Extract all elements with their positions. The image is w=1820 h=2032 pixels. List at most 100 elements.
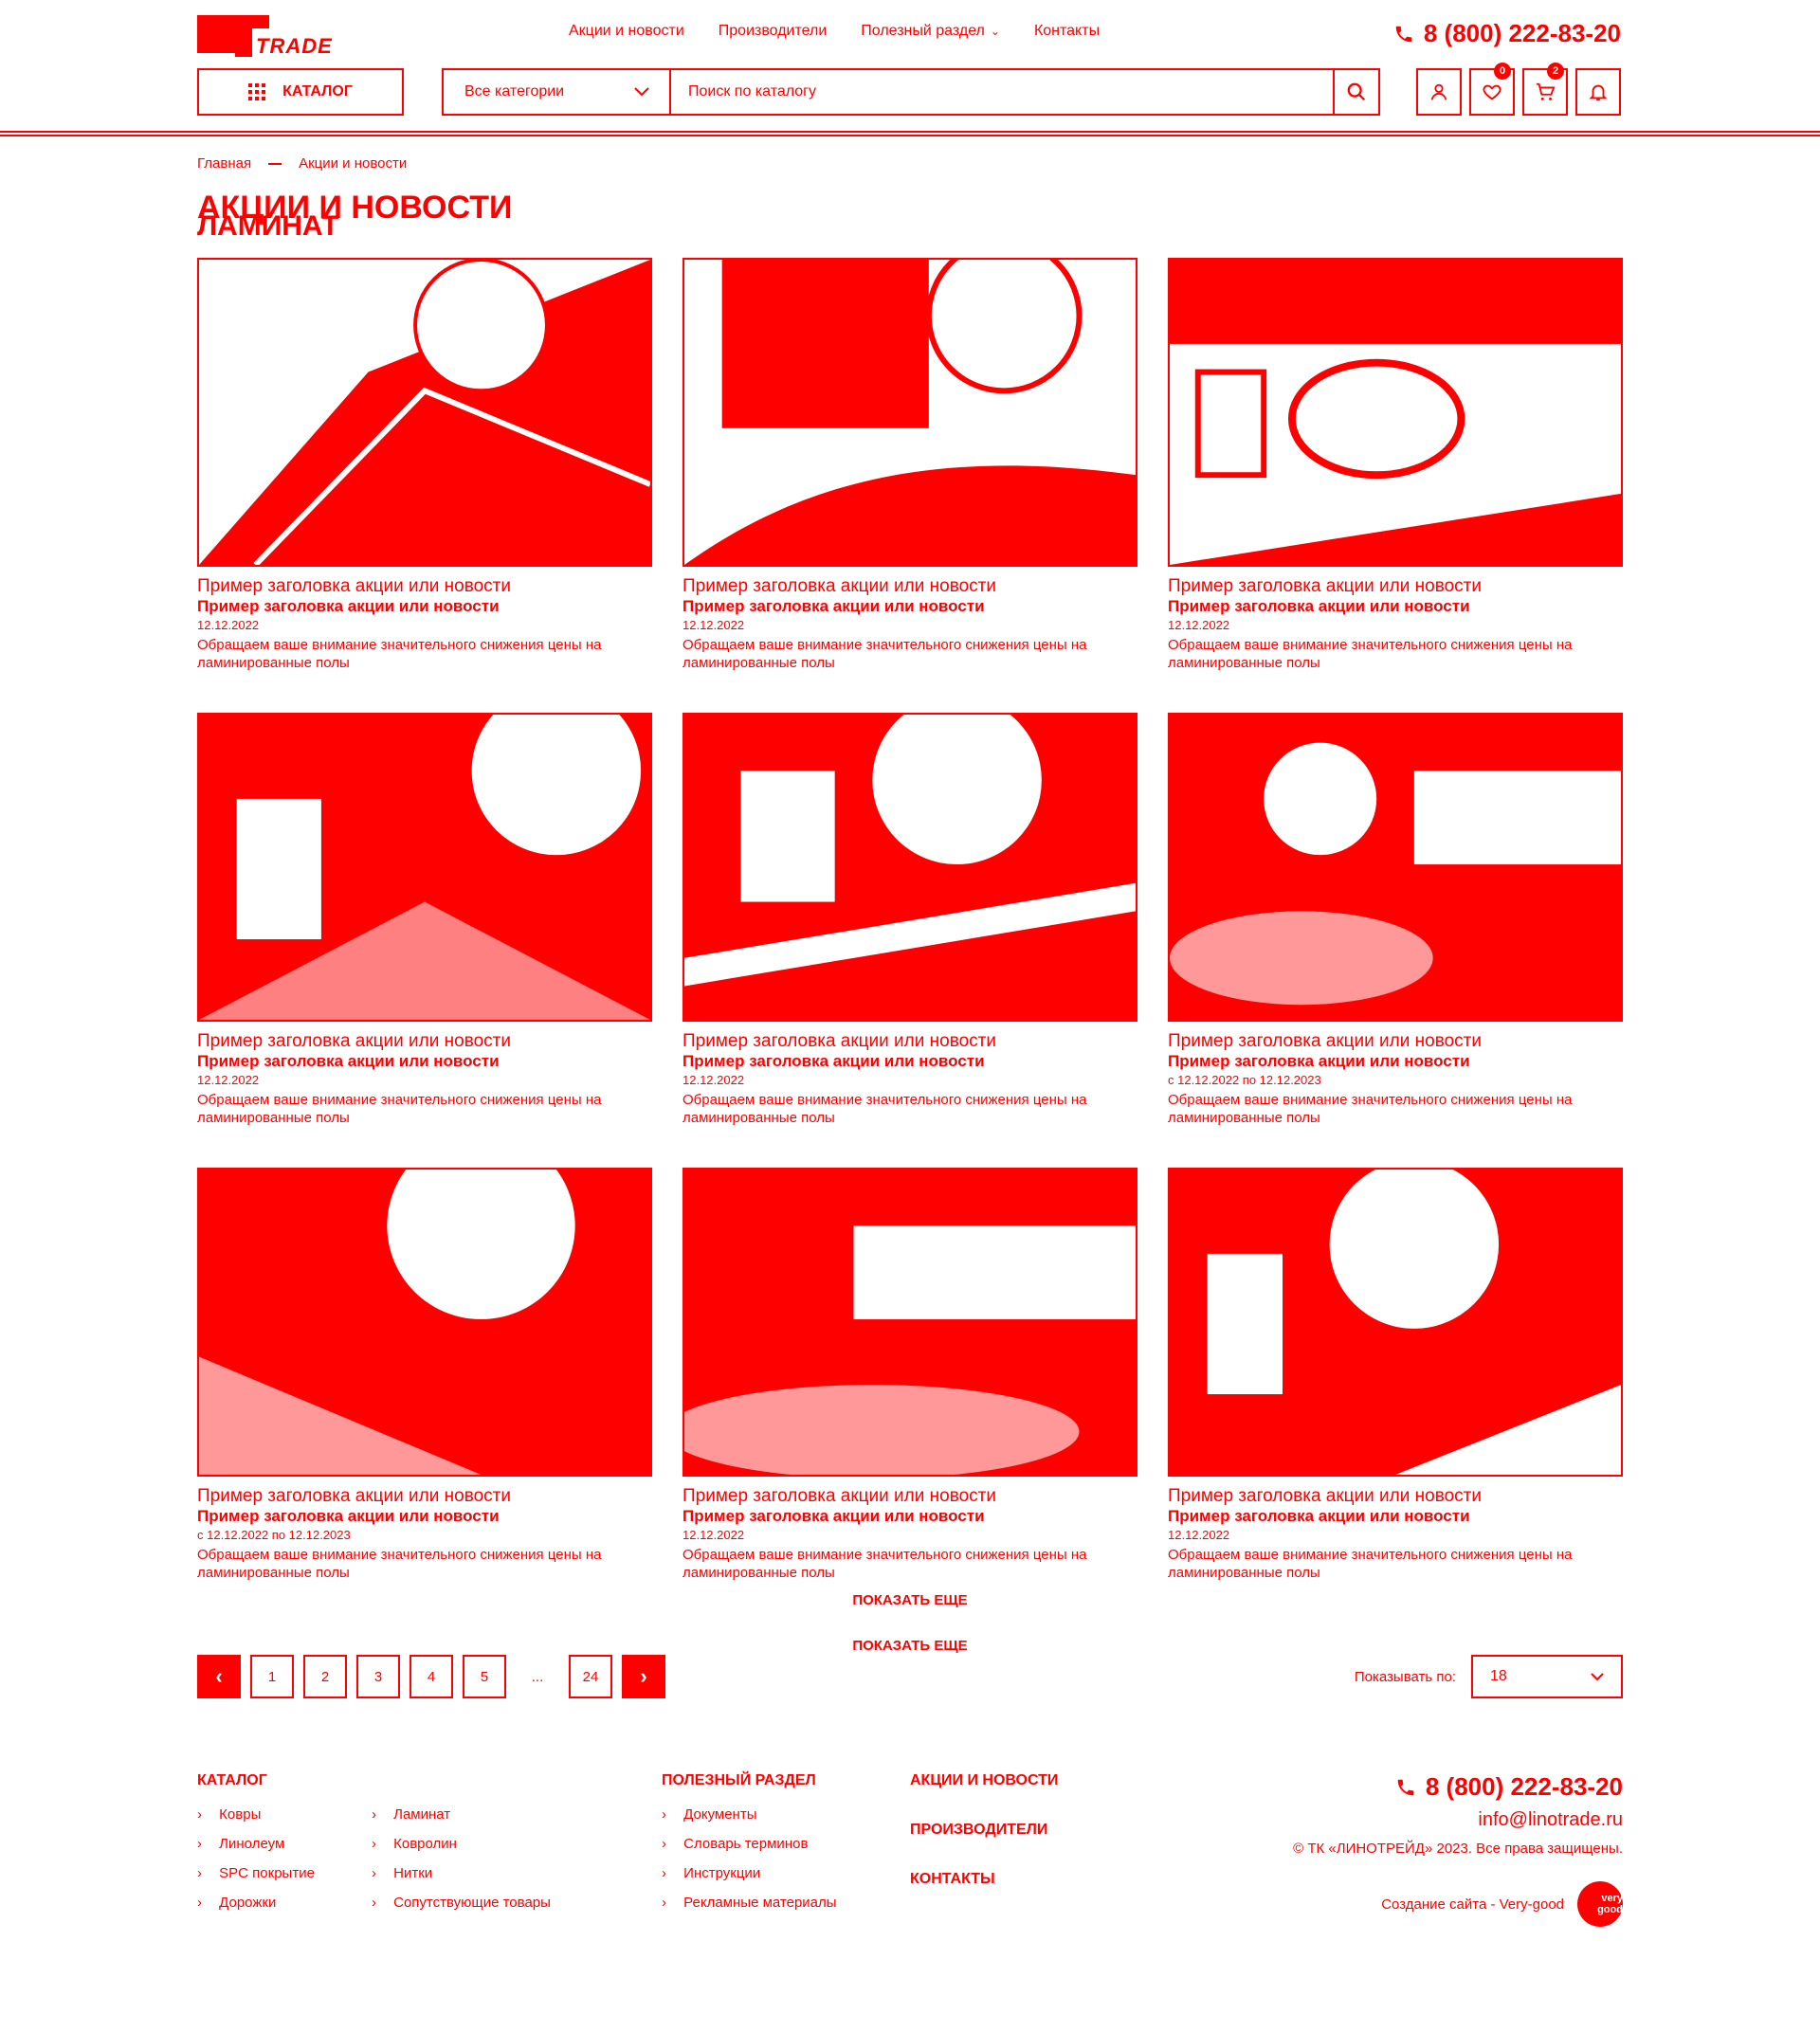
news-card-image[interactable]	[197, 713, 652, 1022]
news-card[interactable]: Пример заголовка акции или новости Пример…	[1168, 713, 1623, 1168]
news-card[interactable]: Пример заголовка акции или новости Пример…	[197, 713, 652, 1168]
show-more-button[interactable]: Показать еще	[0, 1592, 1820, 1608]
page-link[interactable]: 4	[410, 1655, 453, 1698]
nav-item-useful[interactable]: Полезный раздел ⌄	[861, 23, 1000, 40]
cart-button[interactable]: 2	[1522, 63, 1568, 116]
account-button[interactable]	[1416, 68, 1462, 116]
news-card-image[interactable]	[682, 258, 1138, 567]
news-card[interactable]: Пример заголовка акции или новости Пример…	[682, 258, 1138, 713]
news-card-date: 12.12.2022	[1168, 618, 1230, 632]
footer-link[interactable]: Ламинат	[372, 1806, 551, 1823]
news-card[interactable]: Пример заголовка акции или новости Пример…	[197, 1168, 652, 1623]
top-nav: Акции и новости Производители Полезный р…	[569, 23, 1100, 40]
news-card-title[interactable]: Пример заголовка акции или новости	[682, 1031, 1138, 1052]
breadcrumb-home[interactable]: Главная	[197, 155, 251, 172]
favorites-count-badge: 0	[1494, 63, 1511, 80]
page-ellipsis: ...	[531, 1668, 544, 1685]
news-card-image[interactable]	[1168, 258, 1623, 567]
footer-link-manufacturers[interactable]: Производители	[910, 1822, 1058, 1839]
news-card-title-alt: Пример заголовка акции или новости	[197, 1507, 500, 1525]
news-card-title-alt: Пример заголовка акции или новости	[682, 1507, 985, 1525]
news-card-photo	[1170, 715, 1621, 1020]
news-card-image[interactable]	[197, 1168, 652, 1477]
news-card-title-alt: Пример заголовка акции или новости	[197, 1052, 500, 1070]
notifications-button[interactable]	[1575, 68, 1621, 116]
page-link[interactable]: 2	[303, 1655, 347, 1698]
page-link[interactable]: 24	[569, 1655, 612, 1698]
footer-link[interactable]: Ковролин	[372, 1836, 551, 1852]
news-card-title[interactable]: Пример заголовка акции или новости	[1168, 1031, 1623, 1052]
footer-phone[interactable]: 8 (800) 222-83-20	[1293, 1772, 1623, 1802]
news-card-image[interactable]	[1168, 1168, 1623, 1477]
news-card-description: Обращаем ваше внимание значительного сни…	[1168, 1547, 1573, 1581]
news-card[interactable]: Пример заголовка акции или новости Пример…	[682, 1168, 1138, 1623]
footer-link[interactable]: SPC покрытие	[197, 1865, 315, 1881]
per-page-label: Показывать по:	[1354, 1668, 1456, 1685]
news-card-date: 12.12.2022	[682, 1073, 745, 1087]
news-card[interactable]: Пример заголовка акции или новости Пример…	[1168, 1168, 1623, 1623]
news-card-title-alt: Пример заголовка акции или новости	[1168, 1507, 1470, 1525]
news-card-title[interactable]: Пример заголовка акции или новости	[197, 576, 652, 597]
show-more-button-secondary[interactable]: Показать еще	[0, 1638, 1820, 1654]
news-card[interactable]: Пример заголовка акции или новости Пример…	[682, 713, 1138, 1168]
news-card-date: 12.12.2022	[1168, 1528, 1230, 1542]
prev-page-button[interactable]: ‹	[197, 1655, 241, 1698]
page-link[interactable]: 3	[356, 1655, 400, 1698]
news-card-image[interactable]	[1168, 713, 1623, 1022]
breadcrumb-current: Акции и новости	[299, 155, 408, 172]
news-card-title[interactable]: Пример заголовка акции или новости	[682, 576, 1138, 597]
developer-logo: very good	[1577, 1881, 1623, 1927]
search-bar: Все категории Поиск по каталогу	[442, 68, 1380, 116]
footer-link[interactable]: Ковры	[197, 1806, 315, 1823]
footer-useful-list: Документы Словарь терминов Инструкции Ре…	[662, 1806, 837, 1911]
logo-text: TRADE	[256, 34, 333, 58]
news-card-title[interactable]: Пример заголовка акции или новости	[197, 1486, 652, 1507]
footer-link[interactable]: Линолеум	[197, 1836, 315, 1852]
header-phone[interactable]: 8 (800) 222-83-20	[1393, 19, 1621, 48]
news-card-image[interactable]	[682, 1168, 1138, 1477]
catalog-button[interactable]: Каталог	[197, 68, 404, 116]
news-card-title[interactable]: Пример заголовка акции или новости	[682, 1486, 1138, 1507]
news-card-photo	[684, 715, 1136, 1020]
news-card[interactable]: Пример заголовка акции или новости Пример…	[1168, 258, 1623, 713]
news-card-description: Обращаем ваше внимание значительного сни…	[1168, 637, 1573, 671]
news-card-image[interactable]	[682, 713, 1138, 1022]
per-page-value: 18	[1490, 1668, 1507, 1684]
footer-email[interactable]: info@linotrade.ru	[1293, 1809, 1623, 1831]
per-page-select[interactable]: 18	[1471, 1655, 1623, 1698]
news-card-photo	[684, 1170, 1136, 1475]
news-card-image[interactable]	[197, 258, 652, 567]
page-link[interactable]: 5	[463, 1655, 506, 1698]
news-card-title[interactable]: Пример заголовка акции или новости	[1168, 576, 1623, 597]
logo[interactable]: TRADE	[197, 15, 332, 58]
nav-item-news[interactable]: Акции и новости	[569, 23, 684, 40]
favorites-button[interactable]: 0	[1469, 63, 1515, 116]
footer-link[interactable]: Словарь терминов	[662, 1836, 837, 1852]
chevron-down-icon	[634, 87, 649, 97]
footer-developer[interactable]: Создание сайта - Very-good very good	[1293, 1881, 1623, 1927]
news-card-title[interactable]: Пример заголовка акции или новости	[1168, 1486, 1623, 1507]
nav-item-manufacturers[interactable]: Производители	[719, 23, 828, 40]
nav-item-contacts[interactable]: Контакты	[1034, 23, 1100, 40]
chevron-down-icon: ⌄	[990, 25, 1000, 38]
news-card-title[interactable]: Пример заголовка акции или новости	[197, 1031, 652, 1052]
news-card[interactable]: Пример заголовка акции или новости Пример…	[197, 258, 652, 713]
grid-icon	[248, 83, 266, 100]
footer-link[interactable]: Документы	[662, 1806, 837, 1823]
footer-link-contacts[interactable]: Контакты	[910, 1871, 1058, 1888]
phone-icon	[1395, 26, 1412, 42]
footer-link[interactable]: Сопутствующие товары	[372, 1895, 551, 1911]
footer-link-news[interactable]: Акции и новости	[910, 1772, 1058, 1789]
footer-link[interactable]: Дорожки	[197, 1895, 315, 1911]
category-select[interactable]: Все категории	[444, 70, 671, 114]
news-card-description: Обращаем ваше внимание значительного сни…	[682, 1092, 1087, 1126]
search-button[interactable]	[1333, 70, 1378, 114]
footer-link[interactable]: Рекламные материалы	[662, 1895, 836, 1911]
page-link[interactable]: 1	[250, 1655, 294, 1698]
footer-link[interactable]: Инструкции	[662, 1865, 837, 1881]
search-input[interactable]: Поиск по каталогу	[671, 70, 1333, 114]
next-page-button[interactable]: ›	[622, 1655, 665, 1698]
footer-link[interactable]: Нитки	[372, 1865, 551, 1881]
cart-count-badge: 2	[1547, 63, 1564, 80]
news-card-title-alt: Пример заголовка акции или новости	[1168, 597, 1470, 615]
